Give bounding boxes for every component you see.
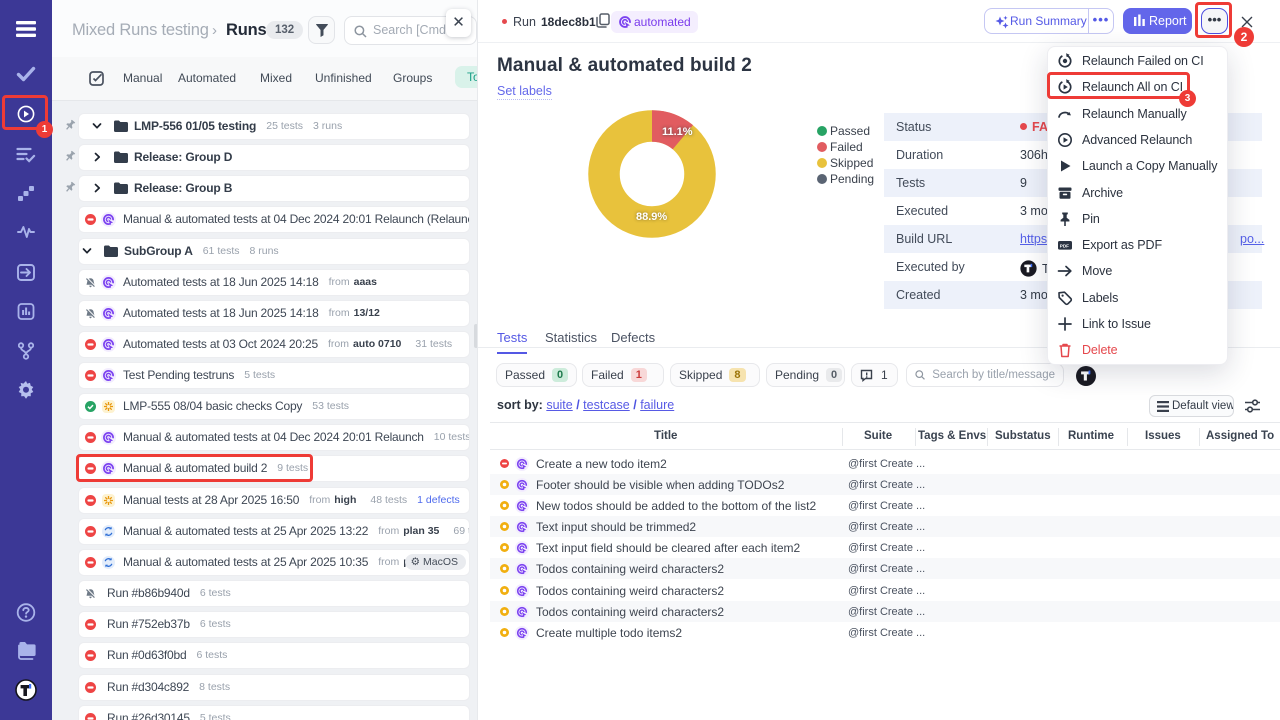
svg-text:PDF: PDF	[1060, 244, 1069, 249]
svg-text:11.1%: 11.1%	[662, 126, 693, 138]
svg-text:88.9%: 88.9%	[636, 211, 667, 223]
